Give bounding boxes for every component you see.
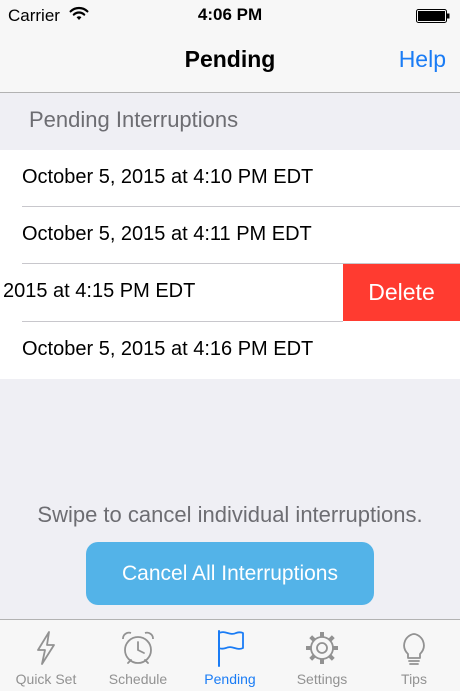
tab-pending[interactable]: Pending	[184, 620, 276, 691]
navigation-bar: Pending Help	[0, 32, 460, 93]
alarm-clock-icon	[122, 631, 154, 664]
list-item[interactable]: October 5, 2015 at 4:11 PM EDT	[0, 207, 460, 264]
cancel-all-button[interactable]: Cancel All Interruptions	[86, 542, 374, 605]
tab-label: Settings	[296, 671, 348, 687]
lightbulb-icon	[403, 633, 425, 665]
help-button[interactable]: Help	[399, 46, 446, 73]
status-bar: Carrier 4:06 PM	[0, 0, 460, 32]
tab-label: Quick Set	[15, 671, 77, 687]
list-item[interactable]: October 5, 2015 at 4:16 PM EDT	[0, 322, 460, 379]
tab-quick-set[interactable]: Quick Set	[0, 620, 92, 691]
tab-settings[interactable]: Settings	[276, 620, 368, 691]
gear-icon	[306, 632, 338, 664]
tab-schedule[interactable]: Schedule	[92, 620, 184, 691]
section-header: Pending Interruptions	[0, 93, 460, 150]
flag-icon	[218, 630, 244, 667]
lightning-icon	[37, 631, 55, 665]
pending-list: October 5, 2015 at 4:10 PM EDT October 5…	[0, 150, 460, 379]
list-item-date: October 5, 2015 at 4:10 PM EDT	[22, 166, 314, 188]
status-time: 4:06 PM	[197, 5, 263, 24]
tab-label: Pending	[204, 671, 256, 687]
list-item-date: October 5, 2015 at 4:16 PM EDT	[22, 338, 314, 360]
section-title: Pending Interruptions	[29, 107, 239, 132]
swipe-hint: Swipe to cancel individual interruptions…	[37, 502, 423, 527]
tab-tips[interactable]: Tips	[368, 620, 460, 691]
list-item-date: 2015 at 4:15 PM EDT	[3, 280, 196, 302]
list-item-date: October 5, 2015 at 4:11 PM EDT	[22, 223, 312, 245]
list-item-swiped[interactable]: 2015 at 4:15 PM EDT Delete	[0, 264, 460, 321]
tab-bar: Quick Set Schedule Pending Settings Tips	[0, 619, 460, 691]
page-title: Pending	[184, 46, 276, 72]
list-item[interactable]: October 5, 2015 at 4:10 PM EDT	[0, 150, 460, 207]
delete-button[interactable]: Delete	[343, 264, 460, 321]
tab-label: Tips	[401, 671, 427, 687]
battery-icon	[416, 9, 450, 23]
tab-label: Schedule	[108, 671, 168, 687]
